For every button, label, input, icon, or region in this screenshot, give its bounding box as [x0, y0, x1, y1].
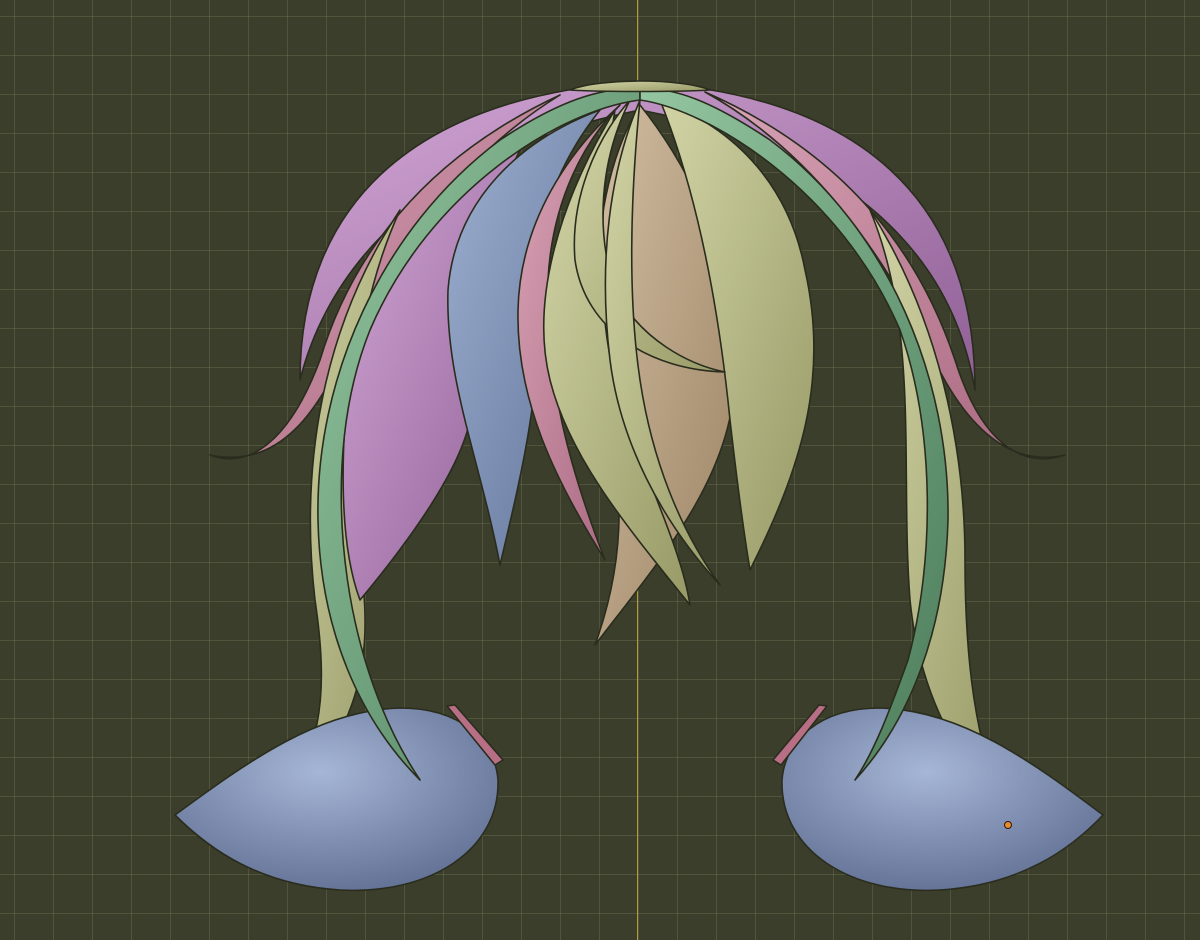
ear-blob-left[interactable] [174, 707, 499, 892]
3d-viewport[interactable] [0, 0, 1200, 940]
hair-parting-top [569, 80, 711, 93]
ear-blob-right[interactable] [781, 707, 1104, 892]
selected-vertex-marker[interactable] [1004, 821, 1012, 829]
hair-model[interactable] [0, 0, 1200, 940]
